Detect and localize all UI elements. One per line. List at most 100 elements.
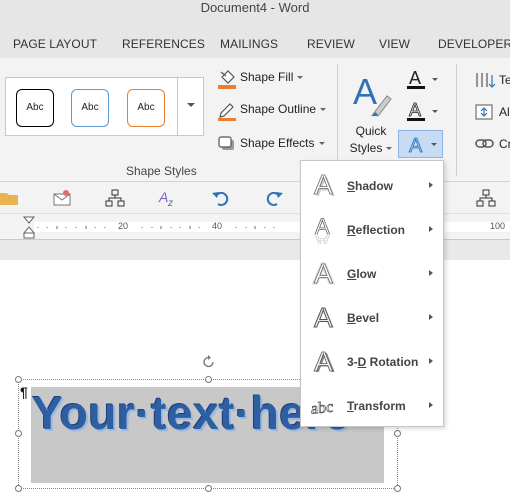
text-effects-button[interactable]: A [398, 130, 443, 158]
shape-outline-label: Shape Outline [240, 102, 317, 116]
shape-effects-button[interactable]: Shape Effects [215, 133, 330, 155]
shape-styles-group-label: Shape Styles [126, 164, 197, 178]
bevel-icon: A [314, 302, 334, 332]
text-direction-label: Te [499, 73, 510, 87]
align-text-label: Al [499, 105, 510, 119]
resize-handle[interactable] [15, 430, 22, 437]
chevron-down-icon [187, 103, 195, 107]
svg-text:A: A [409, 68, 421, 88]
resize-handle[interactable] [205, 485, 212, 492]
dropdown-arrow-icon [297, 76, 304, 80]
svg-text:A: A [314, 258, 333, 288]
shape-style-blue[interactable]: Abc [71, 89, 109, 127]
menu-item-label: 3-D Rotation [347, 355, 419, 369]
submenu-arrow-icon [429, 358, 433, 364]
folder-icon[interactable] [0, 189, 18, 207]
menu-item-label: Shadow [347, 179, 394, 193]
dropdown-arrow-icon [318, 142, 325, 146]
text-effects-menu: A A Shadow A A Reflection A A Glow A Bev… [300, 160, 444, 427]
org-chart-icon[interactable] [476, 189, 496, 207]
shape-style-orange[interactable]: Abc [127, 89, 165, 127]
quick-styles-label-2: Styles [340, 141, 402, 155]
title-bar: Document4 - Word [0, 0, 510, 28]
tab-view[interactable]: VIEW [379, 37, 410, 51]
resize-handle[interactable] [394, 485, 401, 492]
org-chart-icon[interactable] [105, 189, 125, 207]
shape-styles-gallery: Abc Abc Abc [5, 77, 204, 136]
ruler-label: 20 [118, 221, 129, 231]
link-icon [475, 139, 494, 148]
pencil-icon [218, 103, 236, 121]
menu-item-glow[interactable]: A A Glow [301, 251, 443, 295]
align-text-button[interactable]: Al [474, 102, 510, 122]
svg-text:A: A [158, 189, 168, 205]
shape-fill-button[interactable]: Shape Fill [215, 67, 325, 89]
resize-handle[interactable] [15, 485, 22, 492]
tab-review[interactable]: REVIEW [307, 37, 355, 51]
menu-item-bevel[interactable]: A Bevel [301, 295, 443, 339]
ruler-label: 40 [212, 221, 223, 231]
svg-text:A: A [353, 71, 377, 112]
submenu-arrow-icon [429, 270, 433, 276]
menu-item-shadow[interactable]: A A Shadow [301, 163, 443, 207]
shape-style-black[interactable]: Abc [16, 89, 54, 127]
dropdown-arrow-icon [320, 108, 327, 112]
paint-bucket-icon [218, 70, 236, 89]
menu-item-transform[interactable]: abc Transform [301, 383, 443, 427]
reflection-icon: A A [315, 214, 331, 244]
ruler-label: 100 [490, 221, 506, 231]
group-separator [456, 64, 457, 176]
glow-icon: A A [313, 258, 335, 288]
quick-styles-button[interactable]: A Quick Styles [340, 62, 402, 162]
menu-item-reflection[interactable]: A A Reflection [301, 207, 443, 251]
tab-references[interactable]: REFERENCES [122, 37, 205, 51]
shadow-icon: A A [314, 170, 335, 200]
resize-handle[interactable] [15, 376, 22, 383]
tab-developer[interactable]: DEVELOPER [438, 37, 510, 51]
svg-text:A: A [315, 229, 330, 244]
svg-text:A: A [314, 170, 333, 200]
redo-icon[interactable] [264, 189, 284, 207]
rotate-handle-icon[interactable] [201, 354, 217, 370]
resize-handle[interactable] [394, 430, 401, 437]
submenu-arrow-icon [429, 402, 433, 408]
tab-mailings[interactable]: MAILINGS [220, 37, 278, 51]
create-link-label: Cr [499, 137, 510, 151]
menu-item-label: Bevel [347, 311, 380, 325]
undo-icon[interactable] [211, 189, 231, 207]
ribbon-tabs: PAGE LAYOUT REFERENCES MAILINGS REVIEW V… [0, 28, 510, 58]
text-fill-button[interactable]: A [399, 66, 444, 90]
window-title: Document4 - Word [200, 0, 310, 15]
shape-fill-label: Shape Fill [240, 70, 294, 84]
shape-effects-label: Shape Effects [240, 136, 315, 150]
create-link-button[interactable]: Cr [474, 134, 510, 154]
quick-styles-label-1: Quick [355, 124, 387, 138]
shape-outline-button[interactable]: Shape Outline [215, 99, 330, 121]
svg-text:A: A [314, 302, 333, 332]
svg-text:A: A [409, 100, 421, 120]
gallery-more-button[interactable] [177, 78, 204, 135]
paragraph-mark: ¶ [20, 384, 28, 400]
transform-icon: abc [311, 398, 334, 418]
menu-item-label: Transform [347, 399, 406, 413]
text-direction-button[interactable]: Te [474, 70, 510, 90]
indent-marker-icon[interactable] [23, 216, 35, 240]
text-effects-icon: A [409, 135, 437, 157]
shape-effects-icon [218, 136, 234, 150]
spelling-icon[interactable]: A z [158, 187, 180, 209]
menu-item-label: Reflection [347, 223, 406, 237]
tab-page-layout[interactable]: PAGE LAYOUT [13, 37, 97, 51]
3d-rotation-icon: A A [314, 346, 335, 376]
submenu-arrow-icon [429, 314, 433, 320]
text-fill-icon: A [407, 68, 438, 89]
svg-text:A: A [409, 135, 423, 157]
text-direction-icon [476, 73, 496, 88]
svg-text:z: z [167, 198, 173, 209]
quick-styles-icon: A [353, 71, 392, 117]
text-outline-button[interactable]: A [399, 98, 444, 122]
menu-item-3d-rotation[interactable]: A A 3-D Rotation [301, 339, 443, 383]
resize-handle[interactable] [205, 376, 212, 383]
submenu-arrow-icon [429, 226, 433, 232]
envelope-icon[interactable] [52, 188, 72, 208]
text-outline-icon: A [407, 100, 438, 121]
